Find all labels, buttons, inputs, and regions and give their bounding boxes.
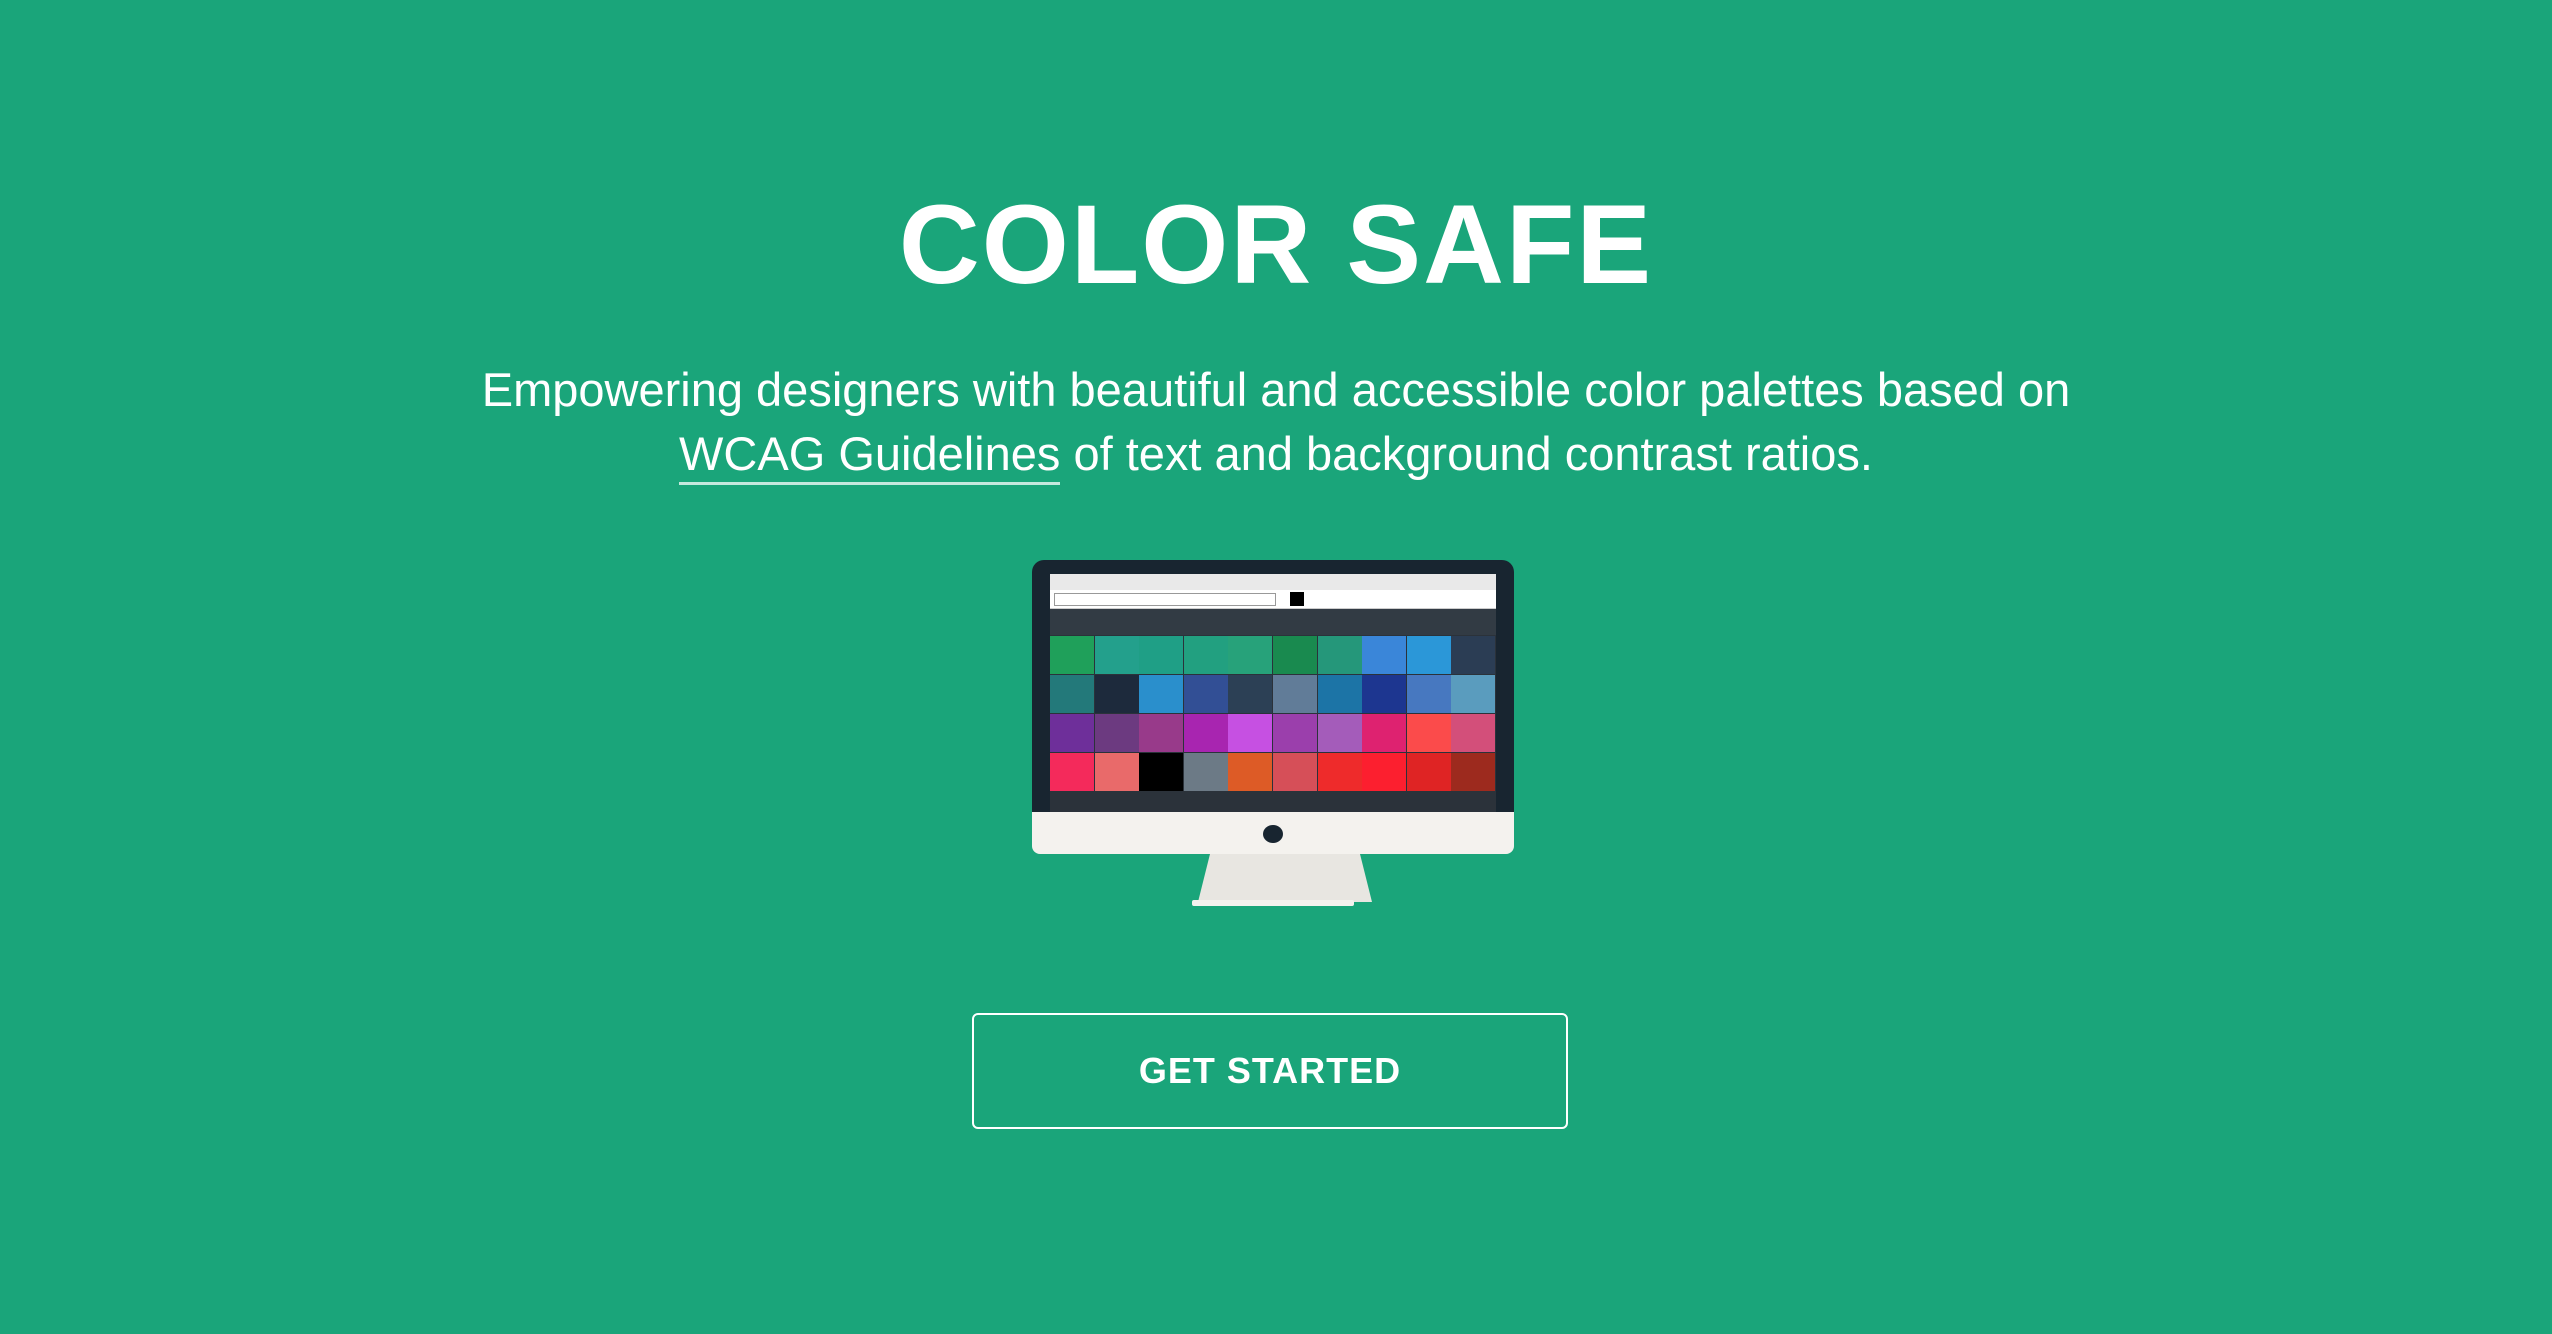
palette-swatch — [1050, 675, 1094, 713]
palette-swatch — [1406, 636, 1451, 674]
tagline: Empowering designers with beautiful and … — [476, 358, 2076, 486]
palette-swatch — [1050, 753, 1094, 791]
palette-swatch — [1139, 675, 1184, 713]
palette-swatch — [1183, 636, 1228, 674]
palette-swatch — [1451, 636, 1496, 674]
screen-toolbar — [1050, 590, 1496, 609]
palette-swatch — [1050, 636, 1094, 674]
palette-swatch — [1451, 753, 1496, 791]
palette-swatch — [1362, 714, 1407, 752]
monitor-base — [1192, 900, 1354, 906]
monitor-logo-icon — [1263, 825, 1283, 843]
palette-swatch — [1094, 714, 1139, 752]
palette-swatch — [1094, 753, 1139, 791]
palette-swatch — [1139, 636, 1184, 674]
screen-filter-bar — [1050, 609, 1496, 635]
palette-swatch — [1050, 714, 1094, 752]
palette-swatch — [1228, 636, 1273, 674]
monitor-bezel — [1032, 560, 1514, 812]
palette-swatch — [1183, 753, 1228, 791]
palette-swatch — [1451, 675, 1496, 713]
wcag-guidelines-link[interactable]: WCAG Guidelines — [679, 427, 1061, 485]
palette-swatch — [1406, 753, 1451, 791]
palette-swatch — [1362, 675, 1407, 713]
palette-swatch — [1362, 753, 1407, 791]
screen-browser-bar — [1050, 574, 1496, 590]
palette-swatch — [1406, 714, 1451, 752]
landing-page: COLOR SAFE Empowering designers with bea… — [0, 0, 2552, 1334]
palette-swatch — [1183, 714, 1228, 752]
screen-swatch — [1290, 592, 1304, 606]
palette-swatch — [1228, 675, 1273, 713]
palette-swatch — [1228, 714, 1273, 752]
monitor-chin — [1032, 812, 1514, 854]
get-started-button[interactable]: GET STARTED — [972, 1013, 1568, 1129]
tagline-text-prefix: Empowering designers with beautiful and … — [481, 363, 2071, 416]
palette-grid — [1050, 636, 1496, 791]
tagline-text-suffix: of text and background contrast ratios. — [1073, 427, 1873, 480]
palette-swatch — [1139, 714, 1184, 752]
palette-swatch — [1317, 753, 1362, 791]
palette-swatch — [1094, 636, 1139, 674]
page-title: COLOR SAFE — [898, 182, 1654, 307]
palette-swatch — [1451, 714, 1496, 752]
palette-swatch — [1362, 636, 1407, 674]
monitor-illustration — [1032, 560, 1514, 906]
palette-swatch — [1317, 675, 1362, 713]
palette-swatch — [1272, 714, 1317, 752]
palette-swatch — [1317, 714, 1362, 752]
screen-hex-input — [1054, 593, 1276, 606]
monitor-screen — [1050, 574, 1496, 812]
palette-swatch — [1317, 636, 1362, 674]
palette-swatch — [1406, 675, 1451, 713]
palette-swatch — [1183, 675, 1228, 713]
monitor-stand — [1198, 854, 1372, 902]
palette-swatch — [1094, 675, 1139, 713]
palette-swatch — [1272, 675, 1317, 713]
palette-swatch — [1272, 636, 1317, 674]
palette-swatch — [1228, 753, 1273, 791]
palette-swatch — [1272, 753, 1317, 791]
palette-swatch — [1139, 753, 1184, 791]
